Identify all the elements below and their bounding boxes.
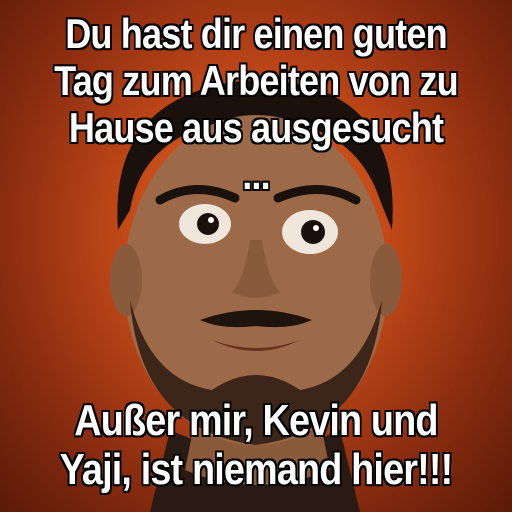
right-pupil (301, 220, 325, 244)
right-ear (370, 244, 402, 316)
left-ear (110, 244, 142, 316)
left-pupil (197, 213, 219, 235)
top-caption-line: Tag zum Arbeiten von zu (54, 57, 459, 105)
bottom-caption-line: Außer mir, Kevin und (74, 396, 438, 445)
bottom-caption: Außer mir, Kevin und Yaji, ist niemand h… (36, 396, 476, 495)
top-caption-ellipsis: ... (242, 151, 270, 199)
top-caption-line: Hause aus ausgesucht (68, 104, 444, 152)
top-caption: Du hast dir einen guten Tag zum Arbeiten… (36, 10, 476, 198)
top-caption-line: Du hast dir einen guten (65, 10, 447, 57)
bottom-caption-line: Yaji, ist niemand hier!!! (59, 445, 454, 495)
meme-image: Du hast dir einen guten Tag zum Arbeiten… (0, 0, 512, 512)
